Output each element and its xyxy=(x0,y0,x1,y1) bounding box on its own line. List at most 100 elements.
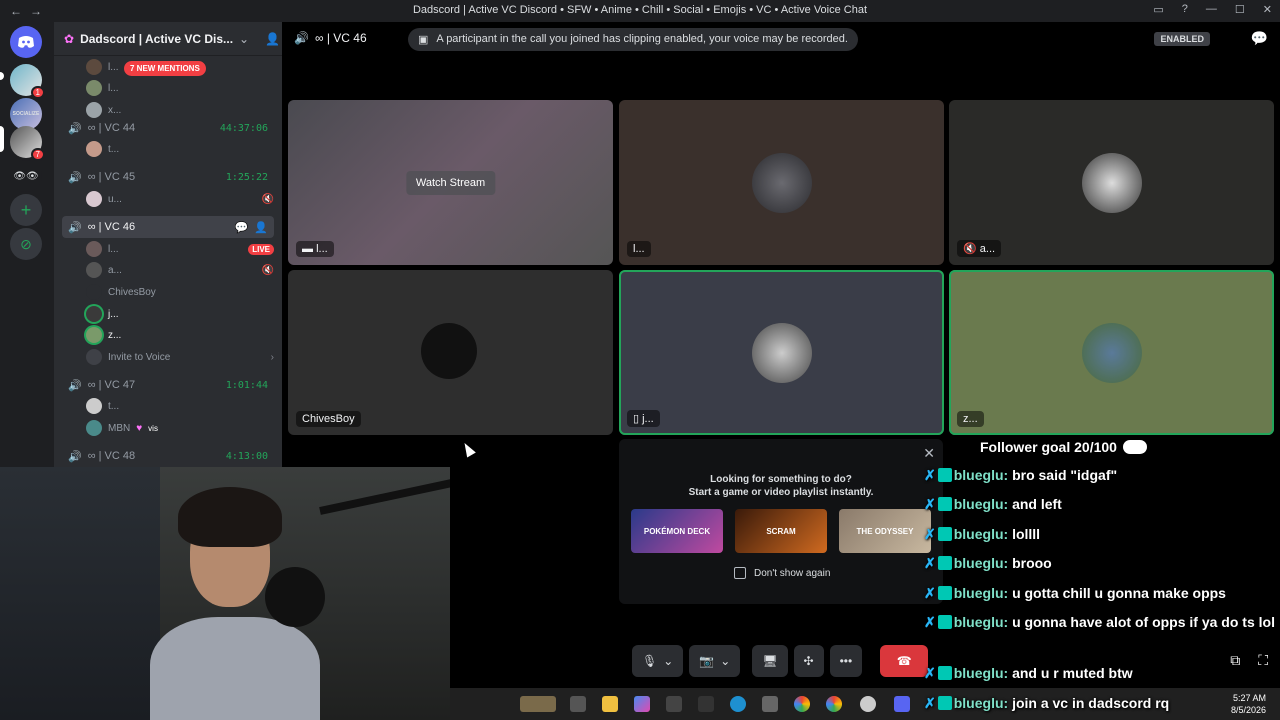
chat-username: blueglu: xyxy=(953,585,1009,601)
chevron-down-icon: ⌄ xyxy=(720,654,731,668)
participant-tile[interactable]: ChivesBoy xyxy=(288,270,613,435)
inbox-icon[interactable]: ▭ xyxy=(1153,3,1163,16)
user-name: a... xyxy=(108,264,122,276)
avatar xyxy=(86,241,102,257)
avatar xyxy=(86,284,102,300)
invite-to-voice[interactable]: Invite to Voice › xyxy=(86,347,274,367)
voice-user[interactable]: u... 🔇 xyxy=(86,189,274,209)
call-controls: 🎙 ⌄ 📷 ⌄ 🖥 ✣ ••• ☎ xyxy=(632,645,929,677)
info-icon: ▣ xyxy=(418,34,429,46)
forward-arrow-icon[interactable]: → xyxy=(30,4,42,18)
more-options-button[interactable]: ••• xyxy=(829,645,863,677)
activity-card[interactable]: SCRAM xyxy=(735,509,827,553)
participant-tile[interactable]: l... xyxy=(619,100,944,265)
obs-icon[interactable] xyxy=(860,696,876,712)
voice-user[interactable]: l... xyxy=(86,78,274,98)
user-name: l... xyxy=(108,61,119,73)
participant-name: l... xyxy=(627,241,651,257)
microphone xyxy=(265,567,325,627)
clips-enabled-badge[interactable]: ENABLED xyxy=(1154,32,1210,46)
selected-pill xyxy=(0,126,4,152)
help-icon[interactable]: ? xyxy=(1182,3,1188,16)
server-badge: 7 xyxy=(30,148,45,161)
chat-bubble-icon[interactable]: 💬 xyxy=(235,221,249,234)
chat-text: u gotta chill u gonna make opps xyxy=(1012,585,1226,601)
server-name: Dadscord | Active VC Dis... xyxy=(80,31,234,46)
participant-tile-speaking[interactable]: ▯ j... xyxy=(619,270,944,435)
vc-timer: 1:01:44 xyxy=(225,379,268,391)
server-badge: 1 xyxy=(30,86,45,99)
server-icon-eyes[interactable]: 👁👁 xyxy=(10,160,42,192)
voice-user[interactable]: z... xyxy=(86,325,274,345)
dont-show-again[interactable]: Don't show again xyxy=(734,567,830,579)
activity-card[interactable]: POKÉMON DECK xyxy=(631,509,723,553)
server-icon-dadscord[interactable]: 7 xyxy=(10,126,45,161)
chevron-down-icon[interactable]: ⌄ xyxy=(239,32,249,46)
chat-username: blueglu: xyxy=(953,695,1009,711)
minimize-button[interactable]: — xyxy=(1206,3,1217,16)
chrome-icon[interactable] xyxy=(826,696,842,712)
camera-button[interactable]: 📷 ⌄ xyxy=(689,645,741,677)
streamer-hair xyxy=(178,487,282,547)
terminal-icon[interactable] xyxy=(698,696,714,712)
dont-show-checkbox[interactable] xyxy=(734,567,746,579)
new-mentions-badge[interactable]: 7 NEW MENTIONS xyxy=(124,61,206,76)
voice-channel-vc44[interactable]: 🔊 ∞ | VC 44 44:37:06 xyxy=(62,117,274,139)
store-icon[interactable] xyxy=(666,696,682,712)
chat-message: ✗ blueglu: bro said "idgaf" xyxy=(924,465,1280,486)
voice-user[interactable]: t... xyxy=(86,396,274,416)
search-widget-icon[interactable] xyxy=(520,696,556,712)
voice-channel-vc48[interactable]: 🔊 ∞ | VC 48 4:13:00 xyxy=(62,445,274,467)
task-view-icon[interactable] xyxy=(570,696,586,712)
back-arrow-icon[interactable]: ← xyxy=(10,4,22,18)
follower-goal-bar xyxy=(1122,440,1147,454)
discord-home-icon[interactable] xyxy=(10,26,42,58)
voice-user[interactable]: MBN ♥ vis xyxy=(86,418,274,438)
notion-icon[interactable] xyxy=(762,696,778,712)
participant-tile-stream[interactable]: Watch Stream ▬ l... xyxy=(288,100,613,265)
explore-servers-button[interactable]: ⊘ xyxy=(10,228,42,260)
avatar xyxy=(86,80,102,96)
voice-user[interactable]: t... xyxy=(86,139,274,159)
vc-prefix: ∞ | xyxy=(87,171,102,183)
user-name: MBN xyxy=(108,422,131,434)
participant-tile-speaking[interactable]: z... xyxy=(949,270,1274,435)
watch-stream-button[interactable]: Watch Stream xyxy=(405,170,496,195)
file-explorer-icon[interactable] xyxy=(602,696,618,712)
server-icon-1[interactable]: 1 xyxy=(10,64,45,99)
close-button[interactable]: ✕ xyxy=(1263,3,1272,16)
vc-name: VC 44 xyxy=(104,122,136,134)
chat-text: and u r muted btw xyxy=(1012,665,1133,681)
participant-tile[interactable]: 🔇 a... xyxy=(949,100,1274,265)
maximize-button[interactable]: ☐ xyxy=(1235,3,1245,16)
voice-channel-vc47[interactable]: 🔊 ∞ | VC 47 1:01:44 xyxy=(62,374,274,396)
badge-icon xyxy=(937,497,952,511)
chrome-icon[interactable] xyxy=(794,696,810,712)
voice-channel-vc45[interactable]: 🔊 ∞ | VC 45 1:25:22 xyxy=(62,166,274,188)
invite-icon xyxy=(86,349,102,365)
avatar xyxy=(1081,152,1142,213)
screen-share-button[interactable]: 🖥 xyxy=(752,645,788,677)
invite-people-icon[interactable]: 👤 xyxy=(265,32,280,46)
user-name: z... xyxy=(108,329,122,341)
heart-icon: ♥ xyxy=(136,422,143,434)
speaker-icon: 🔊 xyxy=(68,122,82,135)
participant-name: ChivesBoy xyxy=(296,411,361,427)
voice-user[interactable]: l... LIVE xyxy=(86,239,274,259)
voice-user[interactable]: j... xyxy=(86,304,274,324)
invite-user-icon[interactable]: 👤 xyxy=(254,221,268,234)
discord-icon[interactable] xyxy=(894,696,910,712)
activities-button[interactable]: ✣ xyxy=(793,645,824,677)
chat-username: blueglu: xyxy=(953,467,1009,483)
microphone-button[interactable]: 🎙 ⌄ xyxy=(632,645,684,677)
add-server-button[interactable]: + xyxy=(10,194,42,226)
voice-channel-vc46[interactable]: 🔊 ∞ | VC 46 💬 👤 xyxy=(62,216,274,238)
voice-user[interactable]: ChivesBoy xyxy=(86,282,274,302)
voice-user[interactable]: a... 🔇 xyxy=(86,260,274,280)
chat-icon[interactable]: 💬 xyxy=(1251,30,1268,47)
user-name: l... xyxy=(108,82,119,94)
user-tag: vis xyxy=(148,423,158,433)
server-header[interactable]: ✿ Dadscord | Active VC Dis... ⌄ 👤 xyxy=(54,22,282,56)
edge-icon[interactable] xyxy=(730,696,746,712)
copilot-icon[interactable] xyxy=(634,696,650,712)
